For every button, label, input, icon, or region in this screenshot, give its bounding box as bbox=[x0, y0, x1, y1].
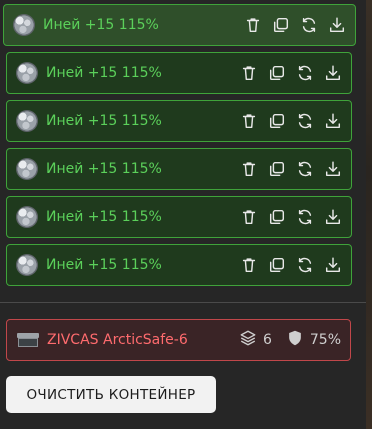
protection-value: 75% bbox=[309, 332, 341, 348]
item-actions bbox=[239, 63, 343, 83]
item-actions bbox=[243, 15, 347, 35]
refresh-icon[interactable] bbox=[295, 159, 315, 179]
list-item[interactable]: Иней +15 115% bbox=[6, 244, 352, 286]
layers-icon bbox=[239, 329, 257, 351]
list-item[interactable]: Иней +15 115% bbox=[6, 148, 352, 190]
item-actions bbox=[239, 159, 343, 179]
list-item[interactable]: Иней +15 115% bbox=[6, 196, 352, 238]
background-edge bbox=[366, 0, 372, 429]
trash-icon[interactable] bbox=[239, 63, 259, 83]
download-icon[interactable] bbox=[323, 159, 343, 179]
divider bbox=[0, 302, 366, 303]
item-label: Иней +15 115% bbox=[46, 209, 162, 225]
download-icon[interactable] bbox=[323, 63, 343, 83]
item-label: Иней +15 115% bbox=[46, 113, 162, 129]
container-stats: 6 75% bbox=[239, 329, 341, 351]
refresh-icon[interactable] bbox=[295, 207, 315, 227]
trash-icon[interactable] bbox=[239, 255, 259, 275]
list-item[interactable]: Иней +15 115% bbox=[6, 100, 352, 142]
trash-icon[interactable] bbox=[239, 207, 259, 227]
ice-ore-icon bbox=[16, 62, 38, 84]
copy-icon[interactable] bbox=[267, 255, 287, 275]
ice-ore-icon bbox=[16, 110, 38, 132]
copy-icon[interactable] bbox=[267, 111, 287, 131]
copy-icon[interactable] bbox=[271, 15, 291, 35]
item-label: Иней +15 115% bbox=[46, 65, 162, 81]
copy-icon[interactable] bbox=[267, 63, 287, 83]
ice-ore-icon bbox=[13, 14, 35, 36]
trash-icon[interactable] bbox=[239, 159, 259, 179]
item-actions bbox=[239, 255, 343, 275]
crate-icon bbox=[17, 333, 39, 347]
refresh-icon[interactable] bbox=[295, 255, 315, 275]
ice-ore-icon bbox=[16, 206, 38, 228]
download-icon[interactable] bbox=[323, 255, 343, 275]
refresh-icon[interactable] bbox=[295, 63, 315, 83]
item-label: Иней +15 115% bbox=[46, 257, 162, 273]
list-item[interactable]: Иней +15 115% bbox=[3, 4, 356, 46]
copy-icon[interactable] bbox=[267, 207, 287, 227]
trash-icon[interactable] bbox=[243, 15, 263, 35]
item-actions bbox=[239, 111, 343, 131]
container-row[interactable]: ZIVCAS ArcticSafe-6 6 75% bbox=[6, 319, 351, 361]
ice-ore-icon bbox=[16, 158, 38, 180]
item-label: Иней +15 115% bbox=[43, 17, 159, 33]
download-icon[interactable] bbox=[323, 111, 343, 131]
trash-icon[interactable] bbox=[239, 111, 259, 131]
list-item[interactable]: Иней +15 115% bbox=[6, 52, 352, 94]
download-icon[interactable] bbox=[323, 207, 343, 227]
shield-icon bbox=[286, 329, 304, 351]
copy-icon[interactable] bbox=[267, 159, 287, 179]
item-label: Иней +15 115% bbox=[46, 161, 162, 177]
download-icon[interactable] bbox=[327, 15, 347, 35]
container-name: ZIVCAS ArcticSafe-6 bbox=[47, 332, 188, 348]
slots-count: 6 bbox=[262, 332, 272, 348]
clear-container-button[interactable]: ОЧИСТИТЬ КОНТЕЙНЕР bbox=[6, 376, 216, 413]
ice-ore-icon bbox=[16, 254, 38, 276]
item-actions bbox=[239, 207, 343, 227]
refresh-icon[interactable] bbox=[295, 111, 315, 131]
refresh-icon[interactable] bbox=[299, 15, 319, 35]
